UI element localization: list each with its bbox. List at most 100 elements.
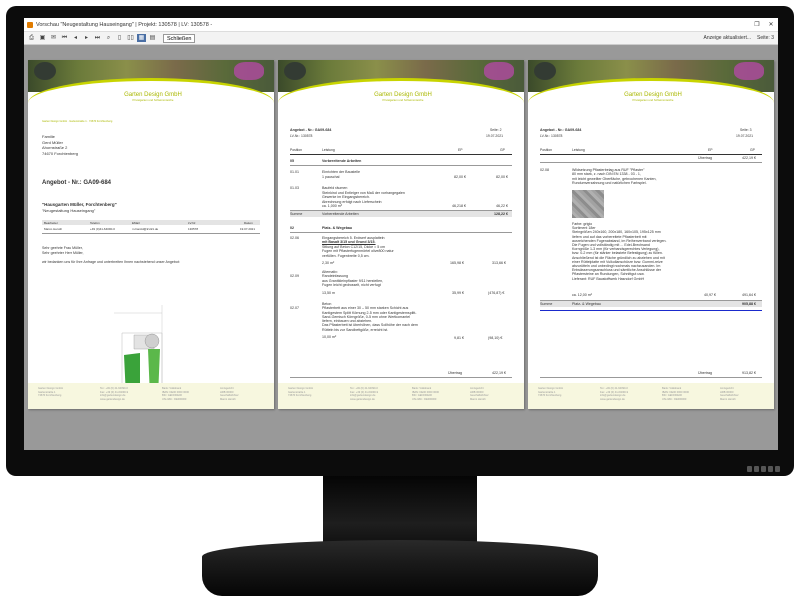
item-text: Beton Pflasterbett aus einer 30 – 50 mm … xyxy=(322,302,418,339)
header-rule xyxy=(290,154,512,155)
item-ep: 9,81 € xyxy=(454,336,464,340)
print-icon[interactable]: ⎙ xyxy=(27,34,36,42)
page-indicator[interactable]: Seite: 3 xyxy=(757,35,774,41)
lv-number: LV-Nr.: 130578 xyxy=(290,134,313,138)
last-page-icon[interactable]: ⏭ xyxy=(93,34,102,42)
item-position: 02.08 xyxy=(540,168,549,172)
next-page-icon[interactable]: ▸ xyxy=(82,34,91,42)
sum-value: 905,88 € xyxy=(742,302,756,306)
item-gp: 491,64 € xyxy=(742,293,756,297)
section-title: Vorbereitende Arbeiten xyxy=(322,159,362,163)
monitor-button[interactable] xyxy=(775,466,780,472)
salutation-2: Sehr geehrter Herr Müller, xyxy=(42,251,84,255)
restore-icon[interactable]: ❐ xyxy=(750,21,764,28)
item-ep: 40,97 € xyxy=(704,293,716,297)
company-logo: Garten Design GmbH Privatgarten und Schw… xyxy=(118,92,188,102)
monitor-button[interactable] xyxy=(761,466,766,472)
single-page-icon[interactable]: ▯ xyxy=(115,34,124,42)
carry-label: Übertrag xyxy=(448,371,462,375)
page-footer: Garten Design GmbH Gartenstraße 1 74670 … xyxy=(528,383,774,409)
info-value: +49 (0)41-64090-0 xyxy=(90,227,115,231)
footer-contact: Tel.: +49 (0) 41-64090-0 Fax: +49 (0) 41… xyxy=(600,387,629,401)
sum-label: Summe xyxy=(290,212,303,216)
item-line: 2,30 m² xyxy=(322,261,335,266)
sum-title: Platz- & Wegebau xyxy=(572,302,601,306)
item-ep: 82,00 € xyxy=(454,175,466,179)
recipient-block: Familie Gerd Müller Ahornstraße 2 74670 … xyxy=(42,134,78,156)
page-3: Garten Design GmbH Privatgarten und Schw… xyxy=(528,60,774,409)
footer-bank: Bank: Volksbank IBAN: DE00 0000 0000 BIC… xyxy=(412,387,439,401)
col-header: Position xyxy=(540,148,553,152)
col-header: GP xyxy=(750,148,755,152)
info-header: EMail xyxy=(132,221,140,225)
monitor-button[interactable] xyxy=(754,466,759,472)
intro-text: wir bedanken uns für Ihre Anfrage und un… xyxy=(42,260,180,264)
carry-value: 422,19 € xyxy=(742,156,756,160)
close-preview-button[interactable]: Schließen xyxy=(163,33,196,43)
col-header: Leistung xyxy=(322,148,335,152)
app-icon xyxy=(27,21,33,28)
recipient-line: 74670 Forchtenberg xyxy=(42,150,79,156)
header-rule xyxy=(540,154,762,155)
page-number: Seite: 2 xyxy=(490,128,502,132)
selection-line xyxy=(540,310,762,311)
carry-label: Übertrag xyxy=(698,371,712,375)
company-tagline: Privatgarten und Schwimmteiche xyxy=(632,98,674,102)
zoom-icon[interactable]: ⌕ xyxy=(104,34,113,42)
prev-page-icon[interactable]: ◂ xyxy=(71,34,80,42)
footer-address: Garten Design GmbH Gartenstraße 1 74670 … xyxy=(288,387,313,398)
page-footer: Garten Design GmbH Gartenstraße 1 74670 … xyxy=(28,383,274,409)
item-line: Rundumverzahnung und natürlichen Farbspi… xyxy=(572,180,647,185)
company-logo: Garten Design GmbH Privatgarten und Schw… xyxy=(368,92,438,102)
item-position: 02.07 xyxy=(290,306,299,310)
offer-number: Angebot - Nr.: GA09-684 xyxy=(540,128,582,132)
lv-number: LV-Nr.: 130578 xyxy=(540,134,563,138)
carry-value: 913,82 € xyxy=(742,371,756,375)
page-number: Seite: 3 xyxy=(740,128,752,132)
divider xyxy=(290,165,512,166)
multi-page-icon[interactable]: ▦ xyxy=(137,34,146,42)
item-line: Rütteln bis zur Sandbettgöße, erreicht i… xyxy=(322,327,389,332)
grid-icon[interactable]: ▤ xyxy=(148,34,157,42)
company-tagline: Privatgarten und Schwimmteiche xyxy=(132,98,174,102)
monitor-button[interactable] xyxy=(747,466,752,472)
first-page-icon[interactable]: ⏮ xyxy=(60,34,69,42)
item-line: ca. 1,000 m³ xyxy=(322,204,342,209)
item-gp: 82,00 € xyxy=(496,175,508,179)
divider xyxy=(290,232,512,233)
salutation-1: Sehr geehrte Frau Müller, xyxy=(42,246,83,250)
footer-contact: Tel.: +49 (0) 41-64090-0 Fax: +49 (0) 41… xyxy=(100,387,129,401)
sum-title: Vorbereitende Arbeiten xyxy=(322,212,359,216)
footer-address: Garten Design GmbH Gartenstraße 1 74670 … xyxy=(538,387,563,398)
section-number: 02 xyxy=(290,226,294,230)
mail-icon[interactable]: ✉ xyxy=(49,34,58,42)
item-text: Alternativ: Randeinfassung aus Granitkle… xyxy=(322,270,383,295)
offer-heading: Angebot - Nr.: GA09-684 xyxy=(42,180,112,186)
company-tagline: Privatgarten und Schwimmteiche xyxy=(382,98,424,102)
monitor-button[interactable] xyxy=(768,466,773,472)
footer-register: Amtsgericht HRB 00000 Geschäftsführer: M… xyxy=(470,387,490,401)
page-date: 19.07.2021 xyxy=(486,134,503,138)
footer-bank: Bank: Volksbank IBAN: DE00 0000 0000 BIC… xyxy=(162,387,189,401)
item-ep: 46,218 € xyxy=(452,204,466,208)
footer-bank: Bank: Volksbank IBAN: DE00 0000 0000 BIC… xyxy=(662,387,689,401)
preview-area[interactable]: Garten Design GmbH Privatgarten und Schw… xyxy=(24,46,778,450)
item-line: verfüllen. Fugenbreite 0,5 cm. xyxy=(322,253,370,258)
title-bar: Vorschau "Neugestaltung Hauseingang" | P… xyxy=(24,18,778,32)
item-line: 13,50 m xyxy=(322,290,335,295)
save-icon[interactable]: ▣ xyxy=(38,34,47,42)
close-icon[interactable]: ✕ xyxy=(764,21,778,28)
two-page-icon[interactable]: ▯▯ xyxy=(126,34,135,42)
window-title: Vorschau "Neugestaltung Hauseingang" | P… xyxy=(36,21,213,28)
item-line: Pflasterbett aus einer 30 – 50 mm starke… xyxy=(322,306,409,311)
item-quantity: ca. 12,00 m² xyxy=(572,293,592,297)
item-text: Eingangsbereich 5. Erdwerf ausplatteln m… xyxy=(322,236,394,265)
item-line: Steingrößen 240x160, 200x180, 160x105, 1… xyxy=(572,230,661,235)
item-ep: 165,98 € xyxy=(450,261,464,265)
item-position: 02.09 xyxy=(290,274,299,278)
info-header-bar xyxy=(42,220,260,225)
item-text: Baufeld räumen Steinkind und Entleiger v… xyxy=(322,186,405,209)
header-banner xyxy=(28,60,274,108)
col-header: EP xyxy=(458,148,463,152)
carry-value: 422,19 € xyxy=(492,371,506,375)
